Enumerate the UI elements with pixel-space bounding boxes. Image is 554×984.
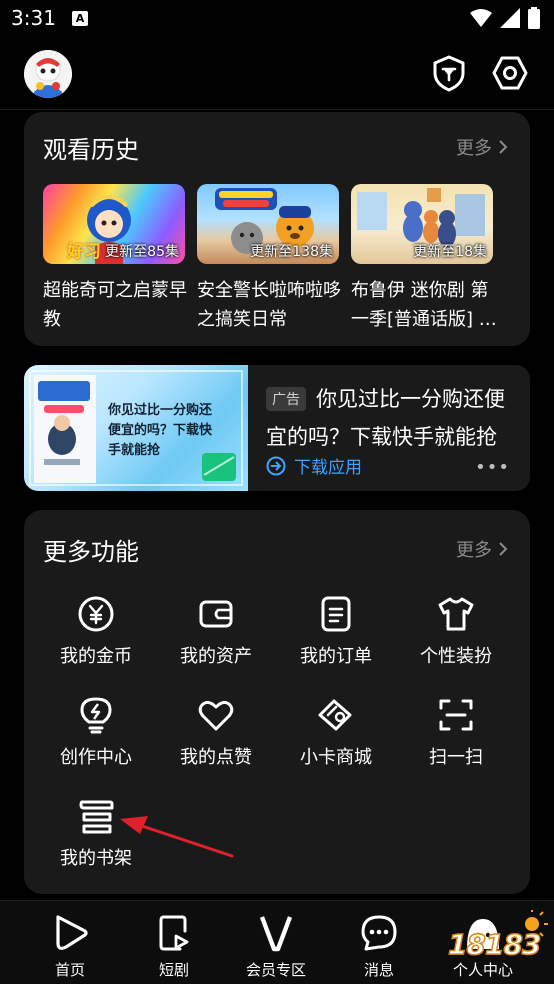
ad-download-label: 下载应用 — [294, 458, 362, 478]
chevron-right-icon — [499, 542, 508, 556]
signal-icon — [500, 8, 520, 28]
chevron-right-icon — [499, 140, 508, 154]
function-label: 我的资产 — [180, 646, 252, 667]
top-bar — [0, 36, 554, 110]
annotation-arrow-icon — [120, 816, 234, 858]
history-thumbnail: 更新至18集 — [351, 184, 493, 264]
nav-label: 短剧 — [158, 961, 189, 979]
status-bar: 3:31 A — [0, 0, 554, 36]
download-arrow-icon — [266, 456, 286, 475]
history-item-title: 布鲁伊 迷你剧 第一季[普通话版] … — [351, 280, 497, 330]
watch-history-card: 观看历史 更多 好习 更新至85集 超能奇可之启蒙早教 更新至138集 安全警长… — [24, 112, 530, 346]
settings-icon[interactable] — [491, 54, 529, 92]
ad-image: 你见过比一分购还便宜的吗？下载快手就能抢 — [24, 365, 248, 491]
history-item-title: 安全警长啦咘啦哆之搞笑日常 — [197, 280, 341, 330]
heart-icon — [198, 700, 234, 731]
function-label: 小卡商城 — [300, 747, 372, 768]
wifi-icon — [470, 9, 492, 27]
scan-icon — [439, 699, 473, 731]
ad-download-link[interactable]: 下载应用 — [266, 453, 362, 478]
card-shop-icon — [318, 699, 352, 731]
battery-icon — [528, 7, 540, 29]
coin-icon — [78, 596, 114, 632]
episode-badge: 更新至18集 — [413, 244, 487, 260]
avatar-icon — [24, 50, 72, 98]
ad-text: 你见过比一分购还便宜的吗？下载快手就能抢 — [266, 387, 505, 449]
history-more-label: 更多 — [456, 138, 492, 159]
history-more-link[interactable]: 更多 — [456, 134, 508, 160]
home-play-icon — [56, 915, 88, 950]
bulb-icon — [80, 697, 112, 734]
history-thumbnail: 好习 更新至85集 — [43, 184, 185, 264]
order-icon — [321, 596, 351, 632]
nav-label: 会员专区 — [245, 961, 306, 979]
function-label: 我的订单 — [300, 646, 372, 667]
function-scan[interactable]: 扫一扫 — [396, 695, 516, 769]
function-my-likes[interactable]: 我的点赞 — [156, 695, 276, 769]
nav-item-short-drama[interactable]: 短剧 — [124, 913, 224, 980]
history-thumbnail: 更新至138集 — [197, 184, 339, 264]
thumbnail-overlay-text: 好习 — [67, 242, 101, 262]
function-card-shop[interactable]: 小卡商城 — [276, 695, 396, 769]
shield-icon[interactable] — [430, 54, 468, 92]
nav-item-messages[interactable]: 消息 — [329, 913, 429, 980]
notification-a-icon: A — [72, 11, 88, 26]
message-icon — [361, 915, 397, 951]
watermark-text: 18183 — [447, 927, 542, 962]
history-item[interactable]: 更新至138集 安全警长啦咘啦哆之搞笑日常 — [197, 184, 341, 334]
functions-more-label: 更多 — [456, 540, 492, 561]
ad-card[interactable]: 你见过比一分购还便宜的吗？下载快手就能抢 广告 你见过比一分购还便宜的吗？下载快… — [24, 365, 530, 491]
function-label: 我的金币 — [60, 646, 132, 667]
watermark-logo: 18183 — [446, 908, 550, 970]
status-time: 3:31 — [11, 6, 56, 30]
history-item-title: 超能奇可之启蒙早教 — [43, 280, 187, 330]
section-title-functions: 更多功能 — [43, 538, 139, 566]
more-functions-card: 更多功能 更多 我的金币 我的资产 我的订单 个性装扮 创作中心 我的点赞 小卡… — [24, 510, 530, 894]
function-creator-center[interactable]: 创作中心 — [36, 695, 156, 769]
function-my-orders[interactable]: 我的订单 — [276, 594, 396, 668]
function-label: 我的点赞 — [180, 747, 252, 768]
function-my-coins[interactable]: 我的金币 — [36, 594, 156, 668]
bookshelf-icon — [79, 800, 114, 834]
nav-label: 首页 — [54, 961, 85, 979]
ad-image-text: 你见过比一分购还便宜的吗？下载快手就能抢 — [108, 403, 213, 458]
section-title-history: 观看历史 — [43, 136, 139, 164]
status-icons — [470, 7, 540, 29]
nav-item-vip[interactable]: 会员专区 — [226, 913, 326, 980]
nav-item-home[interactable]: 首页 — [20, 913, 120, 980]
nav-label: 消息 — [363, 961, 394, 979]
episode-badge: 更新至85集 — [105, 244, 179, 260]
history-item[interactable]: 好习 更新至85集 超能奇可之启蒙早教 — [43, 184, 187, 334]
vip-icon — [259, 916, 293, 952]
wallet-icon — [199, 600, 233, 628]
function-label: 个性装扮 — [420, 646, 492, 667]
function-personal-dressup[interactable]: 个性装扮 — [396, 594, 516, 668]
history-item[interactable]: 更新至18集 布鲁伊 迷你剧 第一季[普通话版] … — [351, 184, 497, 334]
avatar[interactable] — [24, 50, 72, 98]
function-my-assets[interactable]: 我的资产 — [156, 594, 276, 668]
function-label: 扫一扫 — [429, 747, 483, 768]
function-label: 创作中心 — [60, 747, 132, 768]
episode-badge: 更新至138集 — [250, 244, 333, 260]
functions-more-link[interactable]: 更多 — [456, 536, 508, 562]
tshirt-icon — [438, 597, 474, 631]
short-drama-icon — [159, 915, 189, 951]
ad-more-options-icon[interactable]: ••• — [475, 457, 510, 478]
